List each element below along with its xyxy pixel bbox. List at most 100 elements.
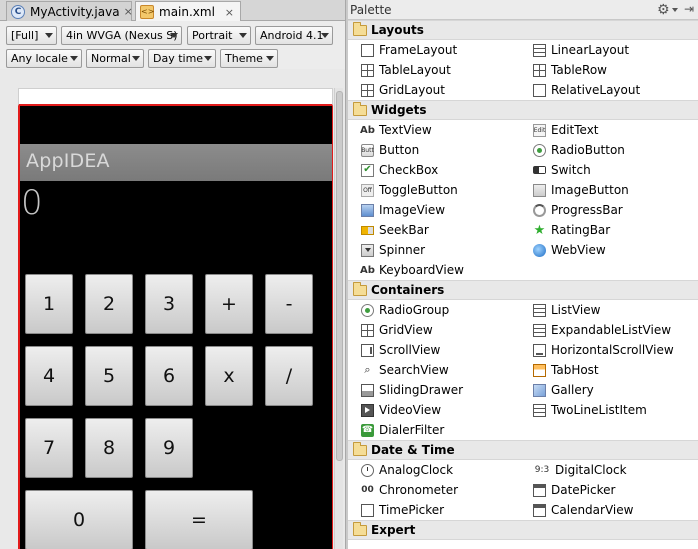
palette-item-gridlayout[interactable]: GridLayout xyxy=(361,80,445,100)
canvas-vertical-scrollbar[interactable] xyxy=(334,88,343,549)
palette-item-imageview[interactable]: ImageView xyxy=(361,200,445,220)
palette-item-textview[interactable]: Ab TextView xyxy=(360,120,432,140)
key-multiply[interactable]: x xyxy=(205,346,253,406)
palette-item-videoview[interactable]: VideoView xyxy=(361,400,441,420)
key-plus[interactable]: + xyxy=(205,274,253,334)
palette-panel: Palette ⚙ ⇥ Layouts FrameLayout LinearLa… xyxy=(348,0,698,549)
palette-item-tablelayout[interactable]: TableLayout xyxy=(361,60,451,80)
key-2[interactable]: 2 xyxy=(85,274,133,334)
theme-combo[interactable]: Theme xyxy=(220,49,278,68)
palette-item-relativelayout[interactable]: RelativeLayout xyxy=(533,80,640,100)
palette-item-timepicker[interactable]: TimePicker xyxy=(361,500,444,520)
palette-group-widgets[interactable]: Widgets xyxy=(348,100,698,120)
close-icon[interactable]: × xyxy=(124,5,133,18)
palette-header: Palette ⚙ ⇥ xyxy=(348,0,698,20)
digital-clock-icon: 9:3 xyxy=(534,465,550,475)
palette-item-listview[interactable]: ListView xyxy=(533,300,600,320)
device-combo[interactable]: 4in WVGA (Nexus S) xyxy=(61,26,182,45)
key-6[interactable]: 6 xyxy=(145,346,193,406)
search-icon: ⌕ xyxy=(364,363,371,376)
key-7[interactable]: 7 xyxy=(25,418,73,478)
palette-item-keyboardview[interactable]: Ab KeyboardView xyxy=(360,260,464,280)
key-equals[interactable]: = xyxy=(145,490,253,549)
hide-panel-icon[interactable]: ⇥ xyxy=(684,2,694,16)
scrollbar-thumb[interactable] xyxy=(336,91,343,461)
design-canvas[interactable]: AppIDEA 0 1 2 3 + - 4 5 6 x / 7 8 9 0 = xyxy=(0,69,345,549)
clock-icon xyxy=(361,463,374,477)
key-3[interactable]: 3 xyxy=(145,274,193,334)
palette-group-date-time[interactable]: Date & Time xyxy=(348,440,698,460)
palette-item-framelayout[interactable]: FrameLayout xyxy=(361,40,457,60)
palette-group-layouts[interactable]: Layouts xyxy=(348,20,698,40)
palette-item-tabhost[interactable]: TabHost xyxy=(533,360,599,380)
render-mode-combo[interactable]: [Full] xyxy=(6,26,57,45)
palette-item-imagebutton[interactable]: ImageButton xyxy=(533,180,629,200)
palette-item-chronometer[interactable]: 00 Chronometer xyxy=(361,480,458,500)
palette-item-searchview[interactable]: ⌕ SearchView xyxy=(361,360,448,380)
palette-item-ratingbar[interactable]: ★ RatingBar xyxy=(533,220,611,240)
palette-item-checkbox[interactable]: ✔ CheckBox xyxy=(361,160,438,180)
palette-item-dialerfilter[interactable]: ☎ DialerFilter xyxy=(361,420,444,440)
close-icon[interactable]: × xyxy=(225,6,234,19)
chevron-down-icon[interactable] xyxy=(672,8,678,12)
chevron-down-icon xyxy=(45,33,53,38)
image-view-icon xyxy=(361,203,374,217)
list-view-icon xyxy=(533,303,546,317)
table-row-icon xyxy=(533,63,546,77)
checkbox-icon: ✔ xyxy=(361,163,374,177)
palette-item-seekbar[interactable]: SeekBar xyxy=(361,220,429,240)
phone-icon: ☎ xyxy=(361,423,374,437)
palette-item-togglebutton[interactable]: Off ToggleButton xyxy=(361,180,458,200)
orientation-combo[interactable]: Portrait xyxy=(187,26,251,45)
toggle-button-icon: Off xyxy=(361,183,374,197)
key-9[interactable]: 9 xyxy=(145,418,193,478)
xml-file-icon: <> xyxy=(140,5,154,19)
palette-item-gallery[interactable]: Gallery xyxy=(533,380,594,400)
chevron-down-icon xyxy=(70,56,78,61)
palette-item-horizontalscrollview[interactable]: HorizontalScrollView xyxy=(533,340,674,360)
grid-view-icon xyxy=(361,323,374,337)
key-5[interactable]: 5 xyxy=(85,346,133,406)
key-divide[interactable]: / xyxy=(265,346,313,406)
palette-item-linearlayout[interactable]: LinearLayout xyxy=(533,40,629,60)
tab-host-icon xyxy=(533,363,546,377)
palette-item-spinner[interactable]: Spinner xyxy=(361,240,425,260)
palette-item-analogclock[interactable]: AnalogClock xyxy=(361,460,453,480)
palette-item-slidingdrawer[interactable]: SlidingDrawer xyxy=(361,380,463,400)
spinner-icon xyxy=(361,243,374,257)
palette-item-tablerow[interactable]: TableRow xyxy=(533,60,607,80)
video-icon xyxy=(361,403,374,417)
palette-item-gridview[interactable]: GridView xyxy=(361,320,433,340)
palette-item-radiobutton[interactable]: RadioButton xyxy=(533,140,625,160)
palette-group-containers[interactable]: Containers xyxy=(348,280,698,300)
palette-item-progressbar[interactable]: ProgressBar xyxy=(533,200,623,220)
night-mode-combo[interactable]: Day time xyxy=(148,49,216,68)
palette-item-button[interactable]: Butt Button xyxy=(361,140,419,160)
ui-mode-combo[interactable]: Normal xyxy=(86,49,144,68)
palette-item-calendarview[interactable]: CalendarView xyxy=(533,500,633,520)
palette-item-switch[interactable]: Switch xyxy=(533,160,591,180)
key-minus[interactable]: - xyxy=(265,274,313,334)
calculator-display[interactable]: 0 xyxy=(21,183,43,223)
palette-item-twolinelistitem[interactable]: TwoLineListItem xyxy=(533,400,647,420)
palette-item-radiogroup[interactable]: RadioGroup xyxy=(361,300,449,320)
palette-group-expert[interactable]: Expert xyxy=(348,520,698,540)
gear-icon[interactable]: ⚙ xyxy=(657,2,670,18)
palette-item-digitalclock[interactable]: 9:3 DigitalClock xyxy=(533,460,627,480)
layout-editor: C MyActivity.java × <> main.xml × [Full]… xyxy=(0,0,345,549)
key-0[interactable]: 0 xyxy=(25,490,133,549)
tab-myactivity-java[interactable]: C MyActivity.java × xyxy=(6,1,133,21)
palette-item-webview[interactable]: WebView xyxy=(533,240,606,260)
tab-main-xml[interactable]: <> main.xml × xyxy=(135,1,241,22)
key-8[interactable]: 8 xyxy=(85,418,133,478)
device-screen[interactable]: AppIDEA 0 1 2 3 + - 4 5 6 x / 7 8 9 0 = xyxy=(18,106,333,549)
grid-layout-icon xyxy=(361,83,374,97)
palette-item-expandablelistview[interactable]: ExpandableListView xyxy=(533,320,671,340)
palette-item-scrollview[interactable]: ScrollView xyxy=(361,340,440,360)
locale-combo[interactable]: Any locale xyxy=(6,49,82,68)
palette-item-datepicker[interactable]: DatePicker xyxy=(533,480,615,500)
palette-item-edittext[interactable]: Edit EditText xyxy=(533,120,599,140)
api-level-combo[interactable]: Android 4.1 xyxy=(255,26,333,45)
key-1[interactable]: 1 xyxy=(25,274,73,334)
key-4[interactable]: 4 xyxy=(25,346,73,406)
